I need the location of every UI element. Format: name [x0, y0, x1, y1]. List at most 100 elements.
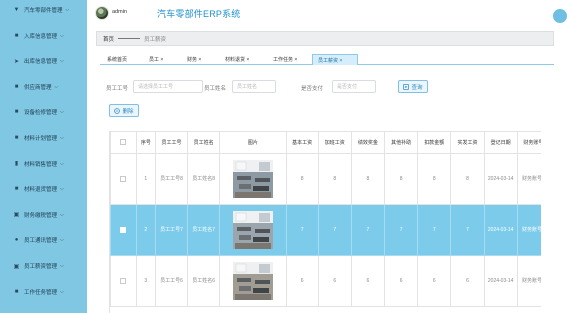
employee-name-input[interactable] — [232, 80, 276, 93]
bonus-cell: 6 — [350, 255, 386, 307]
column-header: 其他补助 — [384, 131, 419, 154]
base-salary-cell: 6 — [285, 255, 319, 307]
breadcrumb: 首页 员工薪资 — [96, 31, 554, 46]
chevron-down-icon: ⌵ — [60, 288, 64, 295]
delete-button[interactable]: 删除 — [109, 104, 139, 117]
tag-icon: ▼ — [13, 7, 20, 13]
account-cell: 财务账号6 — [516, 255, 541, 307]
row-checkbox[interactable] — [120, 175, 127, 182]
index-cell: 2 — [135, 204, 156, 256]
query-button[interactable]: 查询 — [398, 80, 428, 93]
sidebar-item[interactable]: ■ 供应商管理 ⌵ — [0, 80, 87, 94]
deduction-cell: 6 — [417, 255, 452, 307]
bonus-cell: 8 — [350, 153, 386, 205]
sidebar-item[interactable]: ▣ 财务缴税管理 ⌵ — [0, 208, 87, 222]
row-checkbox[interactable] — [120, 277, 127, 284]
sidebar-item[interactable]: ■ 工作任务管理 ⌵ — [0, 285, 87, 299]
employee-name-cell: 员工姓名8 — [187, 153, 221, 205]
sidebar-item[interactable]: ■ 材料计划管理 ⌵ — [0, 131, 87, 145]
chevron-down-icon: ⌵ — [60, 211, 64, 218]
employee-no-cell: 员工工号7 — [154, 204, 189, 256]
office-photo — [232, 160, 273, 198]
base-salary-cell: 7 — [285, 204, 319, 256]
chevron-down-icon: ⌵ — [60, 160, 64, 167]
sidebar-item-label: 材料计划管理 — [24, 136, 58, 142]
allowance-cell: 8 — [384, 153, 419, 205]
user-icon: ● — [14, 237, 19, 244]
row-select-cell[interactable] — [110, 153, 137, 205]
deduction-cell: 8 — [417, 153, 452, 205]
send-icon: ➤ — [13, 58, 20, 65]
employee-no-cell: 员工工号6 — [154, 255, 189, 307]
grid-icon: ■ — [14, 83, 19, 90]
clipboard-icon: ▣ — [13, 212, 20, 219]
sidebar-item-label: 材料退货管理 — [24, 187, 58, 194]
chevron-down-icon: ⌵ — [60, 186, 64, 193]
sidebar-item[interactable]: ➤ 出库信息管理 ⌵ — [0, 54, 87, 68]
tab-home[interactable]: 系统首页 — [102, 54, 132, 65]
sidebar-item-label: 入库信息管理 — [24, 33, 58, 40]
employee-no-select[interactable] — [133, 80, 203, 93]
column-header: 绩效奖金 — [350, 131, 386, 154]
tab-employee-salary[interactable]: 员工薪资 × — [312, 54, 358, 65]
deduction-cell: 7 — [417, 204, 452, 256]
employee-no-label: 员工工号 — [106, 86, 129, 92]
photo-cell — [219, 255, 287, 307]
breadcrumb-home[interactable]: 首页 — [103, 35, 114, 43]
chevron-down-icon: ⌵ — [60, 135, 64, 141]
row-select-cell[interactable] — [110, 255, 137, 307]
tab-employee[interactable]: 员工 × — [144, 54, 168, 65]
sidebar-item-label: 设备检修管理 — [24, 110, 58, 117]
sidebar-item-label: 工作任务管理 — [24, 289, 58, 296]
chevron-down-icon: ⌵ — [60, 263, 64, 269]
paid-input[interactable] — [332, 80, 376, 93]
chevron-down-icon: ⌵ — [65, 7, 70, 13]
account-cell: 财务账号7 — [516, 204, 541, 256]
row-select-cell[interactable] — [110, 204, 137, 256]
sidebar-item-label: 出库信息管理 — [24, 59, 58, 66]
sidebar-item[interactable]: ■ 设备检修管理 ⌵ — [0, 105, 87, 119]
delete-button-label: 删除 — [122, 108, 134, 115]
column-header: 加班工资 — [317, 131, 352, 154]
date-cell: 2024-03-14 — [483, 255, 518, 307]
grid-icon: ■ — [14, 32, 19, 39]
photo-cell — [219, 153, 287, 205]
photo-cell — [219, 204, 287, 256]
tab-finance[interactable]: 财务 × — [182, 54, 206, 65]
table-header-row: 序号 员工工号 员工姓名 图片 基本工资 加班工资 绩效奖金 其他补助 扣款金额… — [110, 131, 541, 154]
select-all-cell[interactable] — [110, 131, 137, 154]
sidebar-item-label: 供应商管理 — [24, 84, 52, 91]
office-photo — [232, 262, 273, 300]
tab-material-return[interactable]: 材料退货 × — [220, 54, 254, 65]
close-icon[interactable] — [553, 9, 567, 23]
sidebar-item[interactable]: ● 员工通讯管理 ⌵ — [0, 233, 87, 247]
sidebar-item[interactable]: ■ 材料退货管理 ⌵ — [0, 182, 87, 196]
avatar[interactable] — [95, 6, 109, 20]
chevron-down-icon: ⌵ — [54, 83, 59, 90]
employee-name-cell: 员工姓名7 — [187, 204, 221, 256]
grid-icon: ■ — [14, 186, 19, 193]
table-row[interactable]: 2员工工号7员工姓名77777772024-03-14财务账号7 — [110, 204, 541, 256]
chevron-down-icon: ⌵ — [60, 237, 64, 244]
tab-work-task[interactable]: 工作任务 × — [268, 54, 302, 65]
search-icon — [403, 83, 410, 90]
sidebar-item[interactable]: ▮ 材料销售管理 ⌵ — [0, 157, 87, 171]
sidebar-item-label: 汽车零部件管理 — [24, 8, 63, 14]
table-row[interactable]: 3员工工号6员工姓名66666662024-03-14财务账号6 — [110, 255, 541, 307]
select-all-checkbox[interactable] — [120, 139, 127, 146]
sidebar-item[interactable]: ▼ 汽车零部件管理 ⌵ — [0, 3, 87, 17]
sidebar-item[interactable]: ▣ 员工薪资管理 ⌵ — [0, 259, 87, 273]
sidebar-item[interactable]: ■ 入库信息管理 ⌵ — [0, 29, 87, 43]
bar-chart-icon: ▮ — [14, 161, 19, 168]
paid-label: 是否支付 — [301, 86, 324, 92]
column-header: 实发工资 — [450, 131, 485, 154]
breadcrumb-separator — [118, 38, 141, 39]
row-checkbox[interactable] — [120, 226, 127, 233]
base-salary-cell: 8 — [285, 153, 319, 205]
date-cell: 2024-03-14 — [483, 204, 518, 256]
account-cell: 财务账号8 — [516, 153, 541, 205]
overtime-cell: 7 — [317, 204, 352, 256]
chevron-down-icon: ⌵ — [60, 32, 64, 39]
salary-table-container[interactable]: 序号 员工工号 员工姓名 图片 基本工资 加班工资 绩效奖金 其他补助 扣款金额… — [109, 131, 541, 313]
table-row[interactable]: 1员工工号8员工姓名88888882024-03-14财务账号8 — [110, 153, 541, 205]
